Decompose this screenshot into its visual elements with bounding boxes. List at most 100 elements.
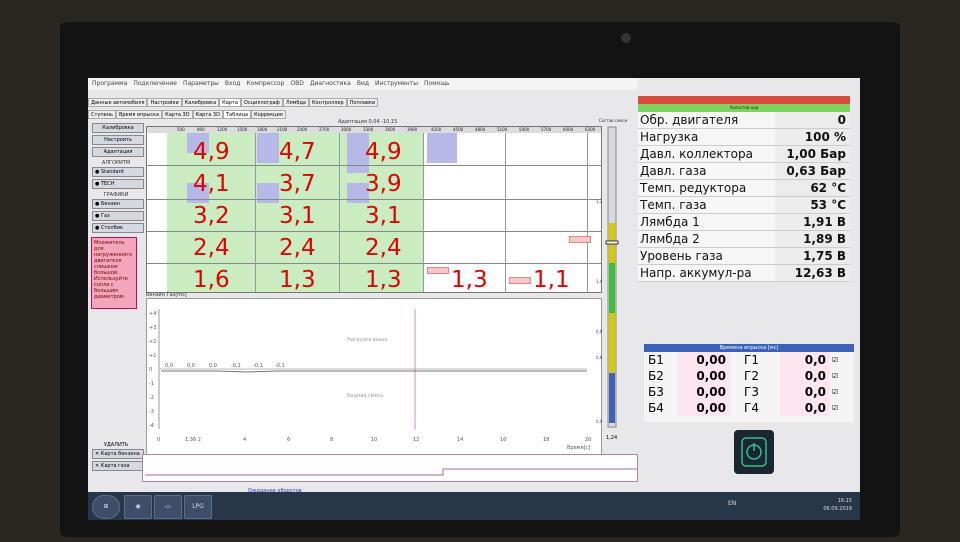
menu-item[interactable]: Вход [225,78,241,90]
rpm-header: 900 [197,127,205,132]
point-label: -0,1 [231,363,241,369]
menu-item[interactable]: Вид [357,78,369,90]
tab-active[interactable]: Карта [219,98,241,107]
x-tick: 4 [243,437,246,443]
menu-item[interactable]: Подключение [133,78,177,90]
menu-item[interactable]: Инструменты [375,78,418,90]
gas-switch-button[interactable] [734,430,774,474]
subtab-active[interactable]: Таблица [222,110,252,119]
param-label: Темп. редуктора [638,180,775,196]
lpg-app-button[interactable]: LPG TECH [184,495,212,519]
param-value: 12,63 В [774,265,850,281]
rpm-header: 1800 [257,127,268,132]
petrol-radio[interactable]: ● Бензин [92,199,144,209]
petrol-cyl-value: 0,00 [678,384,730,400]
y-tick: -3 [149,409,154,415]
gas-radio[interactable]: ● Газ [92,211,144,221]
point-label: 0,0 [165,363,173,369]
delete-petrol-label: Карта бензина [100,451,140,457]
point-label: 0,0 [209,363,217,369]
delete-gas-map[interactable]: ✕ Карта газа [92,461,144,471]
left-panel: Калибровка Настроить Адаптация АЛГОРИТМ … [88,122,144,372]
gas-cyl-value: 0,0 [780,352,830,368]
subtab[interactable]: Карта 3D [162,110,193,119]
injection-graph: +4 +3 +2 +1 0 -1 -2 -3 -4 0 1,36 2 4 6 8… [146,298,602,456]
param-row: Лямбда 1 1,91 В [638,214,850,231]
tab[interactable]: Контроллер [309,98,347,107]
param-value: 1,75 В [774,248,850,264]
time: 16:15 [837,498,852,504]
tab[interactable]: Лямбда [282,98,309,107]
calibration-button[interactable]: Калибровка [92,123,144,133]
chrome-icon[interactable]: ◉ [124,495,152,519]
tab[interactable]: Данные автомобиля [88,98,148,107]
injection-row: Б4 0,00 Г4 0,0 ☑ [644,400,854,416]
sub-tabs: Ступень Время впрыска Карта 3D Карта 3D … [88,110,286,119]
alarm-bar [638,96,850,104]
tray-lang[interactable]: EN [728,500,736,507]
subtab[interactable]: Ступень [88,110,116,119]
gas-cyl-value: 0,0 [780,368,830,384]
tab[interactable]: Калибровка [181,98,220,107]
x-tick: 14 [457,437,463,443]
cylinder-checkbox[interactable]: ☑ [830,400,840,416]
menu-item[interactable]: Диагностика [310,78,351,90]
lower-note: Бедная смесь [347,393,383,399]
menu-item[interactable]: OBD [290,78,303,90]
delete-petrol-map[interactable]: ✕ Карта бензина [92,449,144,459]
param-row: Обр. двигателя 0 [638,112,850,129]
map-value: 3,2 [193,203,230,229]
grid-line [423,133,424,292]
pink-cell [509,277,531,284]
petrol-cyl-value: 0,00 [678,368,730,384]
rpm-header: 4500 [453,127,464,132]
point-label: -0,1 [253,363,263,369]
subtab[interactable]: Карта 3D [192,110,223,119]
subtab[interactable]: Время впрыска [115,110,163,119]
x-tick: 18 [543,437,549,443]
blue-cell [427,133,457,163]
delete-heading: УДАЛИТЬ [103,442,129,448]
map-value: 2,4 [365,235,402,261]
rpm-header: 2700 [319,127,330,132]
subtab[interactable]: Коррекция [251,110,286,119]
scale-label: 1,0 [596,279,603,284]
cylinder-checkbox[interactable]: ☑ [830,368,840,384]
menu-item[interactable]: Программа [92,78,127,90]
tech-radio[interactable]: ● TECH [92,179,144,189]
column-radio[interactable]: ● Столбик [92,223,144,233]
param-label: Обр. двигателя [638,112,775,128]
menu-item[interactable]: Компрессор [246,78,284,90]
map-value: 1,1 [533,267,570,293]
param-value: 0 [774,112,850,128]
clock[interactable]: 16:15 06.09.2019 [823,497,852,513]
blue-cell [257,183,279,203]
start-button[interactable]: ⊞ [92,495,120,519]
cylinder-checkbox[interactable]: ☑ [830,352,840,368]
tab[interactable]: Поплавки [346,98,379,107]
standard-radio[interactable]: ● Standard [92,167,144,177]
settings-button[interactable]: Настроить [92,135,144,145]
menu-item[interactable]: Помощь [424,78,450,90]
param-row: Нагрузка 100 % [638,129,850,146]
upper-note: Нагрузка выше [347,337,387,343]
tab[interactable]: Осциллограф [240,98,283,107]
adaptation-button[interactable]: Адаптация [92,147,144,157]
map-grid[interactable]: 500 900 1200 1500 1800 2100 2400 2700 30… [146,126,602,293]
map-value: 3,1 [279,203,316,229]
folder-icon[interactable]: ▭ [154,495,182,519]
grid-line [147,199,601,200]
rpm-header: 2100 [277,127,288,132]
menu-item[interactable]: Параметры [183,78,219,90]
param-value: 0,63 Бар [774,163,850,179]
y-tick: -4 [149,423,154,429]
cylinder-checkbox[interactable]: ☑ [830,384,840,400]
tab[interactable]: Настройки [147,98,182,107]
webcam [621,33,631,43]
x-tick: 0 [157,437,160,443]
rpm-header: 5400 [519,127,530,132]
rpm-header: 4200 [431,127,442,132]
power-icon [741,437,767,467]
gas-cyl-label: Г1 [744,353,759,367]
scale-label: 0,8 [596,329,603,334]
